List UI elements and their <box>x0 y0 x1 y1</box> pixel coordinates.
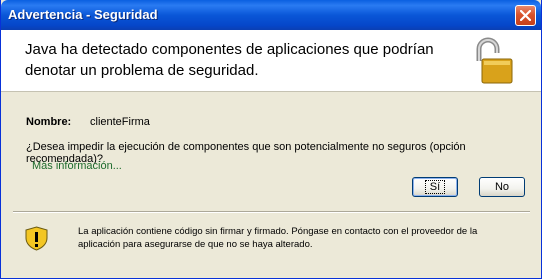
no-button[interactable]: No <box>479 177 525 197</box>
dialog-header: Java ha detectado componentes de aplicac… <box>1 30 541 92</box>
separator <box>13 211 530 213</box>
window-title: Advertencia - Seguridad <box>8 7 158 22</box>
footer-warning-text: La aplicación contiene código sin firmar… <box>78 226 478 250</box>
no-button-label: No <box>494 181 510 193</box>
yes-button-label: Sí <box>424 180 446 194</box>
more-info-link[interactable]: Más información... <box>32 160 122 172</box>
close-icon <box>520 10 531 21</box>
title-bar[interactable]: Advertencia - Seguridad <box>1 0 541 30</box>
close-button[interactable] <box>515 5 536 26</box>
header-message: Java ha detectado componentes de aplicac… <box>25 41 434 79</box>
application-name: clienteFirma <box>90 116 150 128</box>
yes-button[interactable]: Sí <box>412 177 458 197</box>
name-label: Nombre: <box>26 116 72 128</box>
warning-shield-icon <box>25 226 48 251</box>
unlocked-padlock-icon <box>476 37 513 84</box>
security-warning-dialog: Advertencia - Seguridad Java ha detectad… <box>0 0 542 279</box>
